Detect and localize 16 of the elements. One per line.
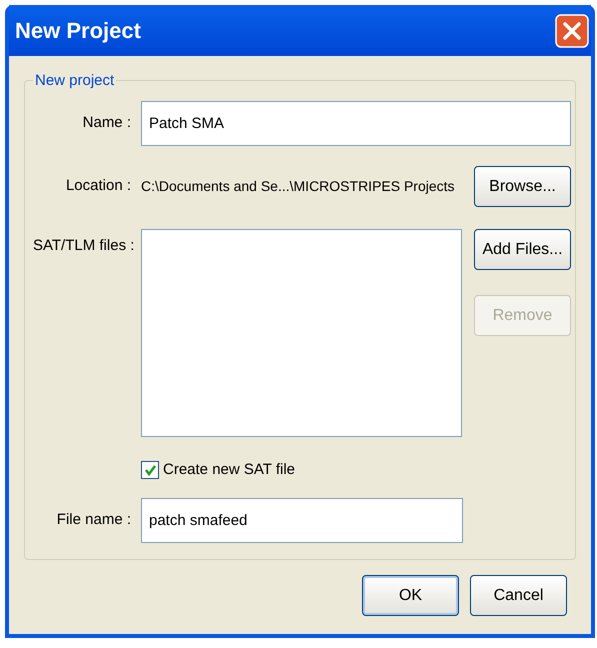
window-title: New Project xyxy=(15,17,141,45)
field-label: File name : xyxy=(56,510,131,530)
file-name-field[interactable]: patch smafeed xyxy=(141,498,463,542)
checkbox-label: Create new SAT file xyxy=(163,460,296,480)
check-icon xyxy=(144,464,156,477)
field-label: SAT/TLM files : xyxy=(33,236,131,256)
close-icon[interactable] xyxy=(555,14,589,48)
cancel-button[interactable]: Cancel xyxy=(470,575,567,616)
add-files-button[interactable]: Add Files... xyxy=(474,229,571,270)
browse-button[interactable]: Browse... xyxy=(474,166,571,207)
field-label: Name : xyxy=(82,113,131,134)
name-field[interactable]: Patch SMA xyxy=(141,101,571,146)
ok-button[interactable]: OK xyxy=(362,575,459,616)
location-path: C:\Documents and Se...\MICROSTRIPES Projects xyxy=(141,177,456,196)
checkbox[interactable] xyxy=(141,461,159,480)
field-label: Location : xyxy=(64,176,131,196)
